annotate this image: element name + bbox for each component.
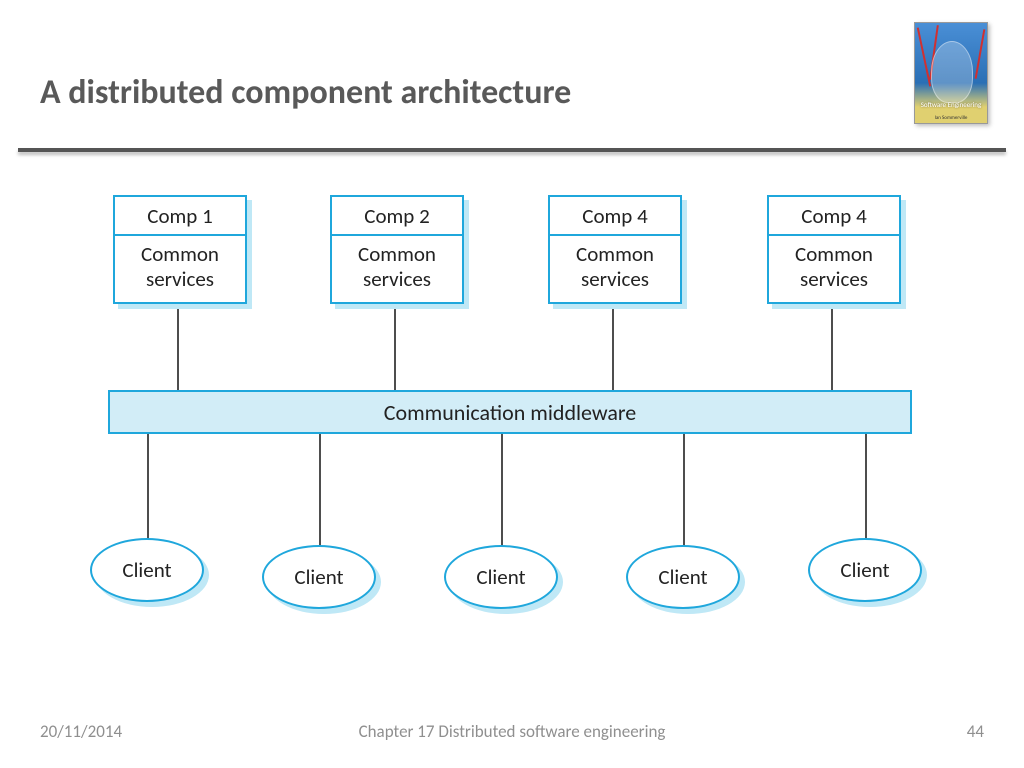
- client-node-5: Client: [808, 538, 922, 602]
- component-name: Comp 4: [769, 197, 899, 236]
- client-label: Client: [658, 564, 707, 590]
- book-author: Ian Sommerville: [915, 115, 987, 121]
- component-name: Comp 1: [115, 197, 245, 236]
- slide: A distributed component architecture Sof…: [0, 0, 1024, 768]
- footer-chapter: Chapter 17 Distributed software engineer…: [0, 721, 1024, 742]
- title-separator: [18, 148, 1006, 152]
- middleware-bar: Communication middleware: [108, 390, 912, 434]
- book-title: Software Engineering: [915, 100, 987, 109]
- middleware-label: Communication middleware: [384, 399, 636, 426]
- component-sub: Common services: [115, 236, 245, 302]
- page-title: A distributed component architecture: [40, 72, 571, 113]
- component-name: Comp 4: [550, 197, 680, 236]
- footer-page: 44: [967, 721, 984, 742]
- client-node-1: Client: [90, 538, 204, 602]
- client-node-2: Client: [262, 545, 376, 609]
- book-cover-image: Software Engineering Ian Sommerville: [914, 22, 988, 124]
- component-box-4: Comp 4 Common services: [767, 195, 901, 304]
- client-label: Client: [122, 557, 171, 583]
- component-name: Comp 2: [332, 197, 462, 236]
- component-sub: Common services: [332, 236, 462, 302]
- component-sub: Common services: [550, 236, 680, 302]
- client-label: Client: [294, 564, 343, 590]
- component-box-2: Comp 2 Common services: [330, 195, 464, 304]
- client-label: Client: [840, 557, 889, 583]
- client-node-4: Client: [626, 545, 740, 609]
- diagram-area: Comp 1 Common services Comp 2 Common ser…: [0, 180, 1024, 700]
- component-box-1: Comp 1 Common services: [113, 195, 247, 304]
- component-sub: Common services: [769, 236, 899, 302]
- client-label: Client: [476, 564, 525, 590]
- client-node-3: Client: [444, 545, 558, 609]
- component-box-3: Comp 4 Common services: [548, 195, 682, 304]
